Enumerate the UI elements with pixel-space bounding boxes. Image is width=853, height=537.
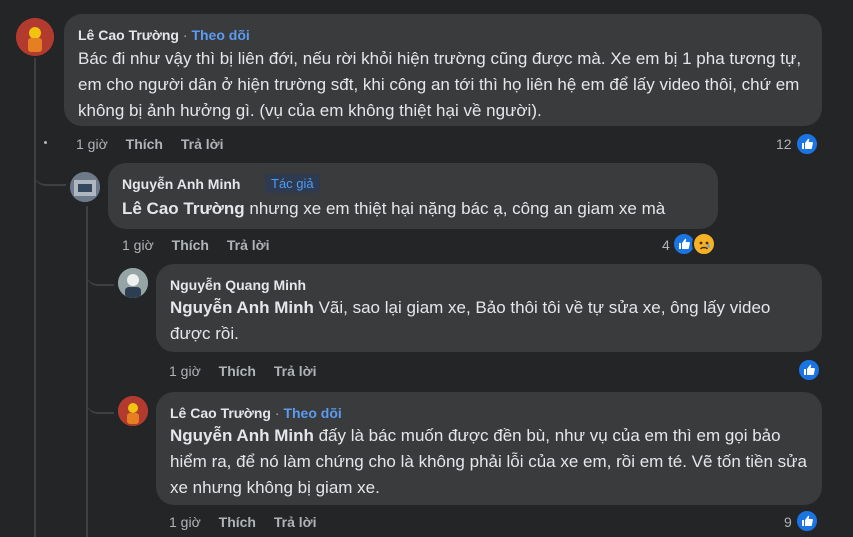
like-button[interactable]: Thích: [219, 514, 256, 530]
thread-connector-reply-1: [34, 160, 66, 186]
comment-actions: 1 giờ Thích Trả lời: [169, 363, 317, 379]
reaction-count[interactable]: 9: [784, 514, 792, 530]
comment-author[interactable]: Lê Cao Trường: [170, 405, 271, 421]
reply-button[interactable]: Trả lời: [227, 237, 270, 253]
comment-author-line: Lê Cao Trường · Theo dõi: [78, 27, 250, 43]
mention-link[interactable]: Nguyễn Anh Minh: [170, 298, 314, 317]
avatar[interactable]: [70, 172, 100, 202]
mention-link[interactable]: Nguyễn Anh Minh: [170, 426, 314, 445]
comment-time[interactable]: 1 giờ: [169, 363, 201, 379]
thread-connector-reply-3: [86, 390, 114, 414]
separator: ·: [182, 27, 188, 43]
like-icon[interactable]: [795, 132, 819, 156]
thread-dot: [44, 141, 47, 144]
comment-actions: 1 giờ Thích Trả lời: [122, 237, 270, 253]
mention-link[interactable]: Lê Cao Trường: [122, 199, 245, 218]
avatar-image: [70, 172, 100, 202]
comment-actions: 1 giờ Thích Trả lời: [76, 136, 224, 152]
comment-time[interactable]: 1 giờ: [169, 514, 201, 530]
author-badge: Tác giả: [265, 174, 320, 193]
comment-actions: 1 giờ Thích Trả lời: [169, 514, 317, 530]
comment-author-line: Nguyễn Anh Minh: [122, 176, 240, 192]
reaction-count[interactable]: 12: [776, 136, 792, 152]
avatar-image: [118, 396, 148, 426]
follow-button[interactable]: Theo dõi: [283, 405, 341, 421]
like-icon[interactable]: [797, 358, 821, 382]
thread-line-main: [34, 58, 36, 537]
avatar[interactable]: [118, 268, 148, 298]
follow-button[interactable]: Theo dõi: [191, 27, 249, 43]
avatar[interactable]: [16, 18, 54, 56]
like-icon[interactable]: [795, 509, 819, 533]
like-button[interactable]: Thích: [126, 136, 163, 152]
reply-button[interactable]: Trả lời: [181, 136, 224, 152]
comment-text: Nguyễn Anh Minh đấy là bác muốn được đền…: [170, 423, 810, 501]
thread-connector-reply-2: [86, 262, 114, 286]
comment-time[interactable]: 1 giờ: [76, 136, 108, 152]
comment-text: Nguyễn Anh Minh Vãi, sao lại giam xe, Bả…: [170, 295, 800, 347]
reply-button[interactable]: Trả lời: [274, 514, 317, 530]
separator: ·: [274, 405, 280, 421]
comment-author-line: Lê Cao Trường · Theo dõi: [170, 405, 342, 421]
comment-text-body: nhưng xe em thiệt hại nặng bác ạ, công a…: [244, 199, 666, 218]
like-button[interactable]: Thích: [219, 363, 256, 379]
comment-author[interactable]: Lê Cao Trường: [78, 27, 179, 43]
sad-face-icon[interactable]: [692, 232, 716, 256]
comment-time[interactable]: 1 giờ: [122, 237, 154, 253]
like-button[interactable]: Thích: [172, 237, 209, 253]
comment-author-line: Nguyễn Quang Minh: [170, 277, 306, 293]
comment-author[interactable]: Nguyễn Quang Minh: [170, 277, 306, 293]
reaction-count[interactable]: 4: [662, 237, 670, 253]
avatar[interactable]: [118, 396, 148, 426]
comment-text: Bác đi như vậy thì bị liên đới, nếu rời …: [78, 49, 802, 120]
comment-author[interactable]: Nguyễn Anh Minh: [122, 176, 240, 192]
avatar-image: [16, 18, 54, 56]
comment-text: Lê Cao Trường nhưng xe em thiệt hại nặng…: [122, 196, 712, 222]
thread-line-nested: [86, 206, 88, 537]
avatar-image: [118, 268, 148, 298]
reply-button[interactable]: Trả lời: [274, 363, 317, 379]
